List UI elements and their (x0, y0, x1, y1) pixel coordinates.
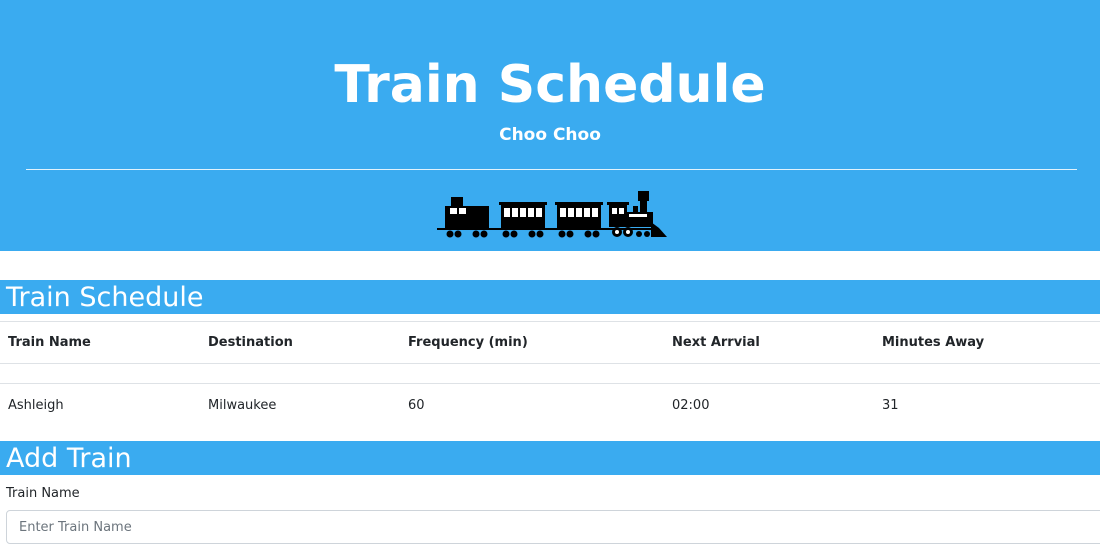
schedule-table: Train Name Destination Frequency (min) N… (0, 321, 1100, 428)
cell-frequency: 60 (408, 398, 425, 414)
table-spacer-row (0, 364, 1100, 384)
add-train-heading: Add Train (6, 443, 132, 474)
column-header-frequency: Frequency (min) (408, 335, 528, 350)
column-header-destination: Destination (208, 335, 293, 350)
cell-minutes-away: 31 (882, 398, 899, 414)
train-name-input[interactable] (6, 510, 1100, 544)
cell-train-name: Ashleigh (8, 398, 64, 414)
hero-divider (26, 169, 1077, 170)
train-name-label: Train Name (6, 486, 80, 501)
column-header-train-name: Train Name (8, 335, 91, 350)
cell-next-arrival: 02:00 (672, 398, 710, 414)
train-icon (437, 191, 667, 238)
table-row: Ashleigh Milwaukee 60 02:00 31 (0, 384, 1100, 428)
page-title: Train Schedule (334, 55, 766, 115)
hero-banner: Train Schedule Choo Choo (0, 0, 1100, 251)
page-subtitle: Choo Choo (499, 125, 601, 145)
add-train-section-header: Add Train (0, 441, 1100, 475)
schedule-heading: Train Schedule (6, 282, 204, 313)
column-header-minutes-away: Minutes Away (882, 335, 985, 350)
column-header-next-arrival: Next Arrvial (672, 335, 760, 350)
table-header-row: Train Name Destination Frequency (min) N… (0, 321, 1100, 364)
cell-destination: Milwaukee (208, 398, 277, 414)
schedule-section-header: Train Schedule (0, 280, 1100, 314)
